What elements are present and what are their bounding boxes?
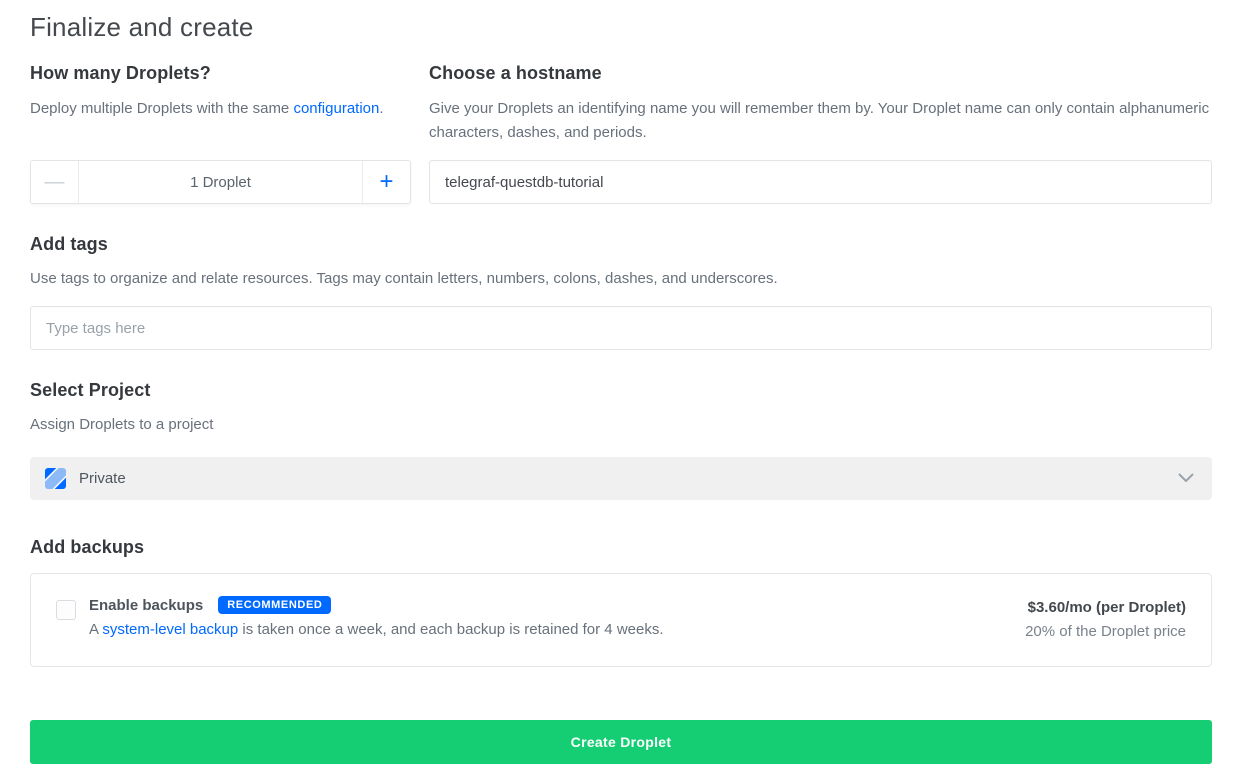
backups-card: Enable backups RECOMMENDED A system-leve… bbox=[30, 573, 1212, 667]
project-heading: Select Project bbox=[30, 380, 1212, 401]
backups-description: A system-level backup is taken once a we… bbox=[89, 621, 664, 638]
droplet-count-desc-text: Deploy multiple Droplets with the same bbox=[30, 100, 293, 117]
project-section: Select Project Assign Droplets to a proj… bbox=[30, 380, 1212, 500]
tags-heading: Add tags bbox=[30, 234, 1212, 255]
decrease-droplets-button[interactable]: — bbox=[31, 161, 79, 203]
backups-section: Add backups Enable backups RECOMMENDED A… bbox=[30, 537, 1212, 667]
configuration-link[interactable]: configuration bbox=[293, 100, 379, 117]
finalize-and-create-page: Finalize and create How many Droplets? D… bbox=[0, 0, 1237, 764]
tags-section: Add tags Use tags to organize and relate… bbox=[30, 234, 1212, 350]
enable-backups-label: Enable backups bbox=[89, 597, 203, 614]
tags-input[interactable] bbox=[30, 306, 1212, 350]
project-select[interactable]: Private bbox=[30, 457, 1212, 500]
project-description: Assign Droplets to a project bbox=[30, 413, 1212, 437]
backups-heading: Add backups bbox=[30, 537, 1212, 558]
hostname-input[interactable] bbox=[429, 160, 1212, 204]
recommended-badge: RECOMMENDED bbox=[218, 596, 331, 614]
create-droplet-button[interactable]: Create Droplet bbox=[30, 720, 1212, 764]
backups-text-block: Enable backups RECOMMENDED A system-leve… bbox=[89, 596, 664, 638]
droplet-count-desc-suffix: . bbox=[379, 100, 383, 117]
hostname-heading: Choose a hostname bbox=[429, 63, 1212, 84]
backups-desc-suffix: is taken once a week, and each backup is… bbox=[238, 621, 663, 638]
hostname-description: Give your Droplets an identifying name y… bbox=[429, 97, 1212, 145]
enable-backups-checkbox[interactable] bbox=[56, 600, 76, 620]
backup-price-note: 20% of the Droplet price bbox=[1025, 620, 1186, 644]
page-title: Finalize and create bbox=[30, 12, 1212, 43]
project-folder-icon bbox=[45, 468, 66, 489]
backup-price: $3.60/mo (per Droplet) bbox=[1025, 596, 1186, 620]
droplet-count-description: Deploy multiple Droplets with the same c… bbox=[30, 97, 411, 145]
increase-droplets-button[interactable]: + bbox=[362, 161, 410, 203]
project-selected-value: Private bbox=[79, 470, 126, 487]
droplet-count-section: How many Droplets? Deploy multiple Dropl… bbox=[30, 63, 411, 204]
chevron-down-icon bbox=[1178, 470, 1194, 488]
backups-desc-prefix: A bbox=[89, 621, 102, 638]
backups-price-block: $3.60/mo (per Droplet) 20% of the Drople… bbox=[1005, 596, 1186, 644]
hostname-section: Choose a hostname Give your Droplets an … bbox=[429, 63, 1212, 204]
top-row: How many Droplets? Deploy multiple Dropl… bbox=[30, 63, 1212, 204]
droplet-count-value: 1 Droplet bbox=[79, 161, 362, 203]
tags-description: Use tags to organize and relate resource… bbox=[30, 267, 1212, 291]
droplet-count-heading: How many Droplets? bbox=[30, 63, 411, 84]
droplet-count-stepper: — 1 Droplet + bbox=[30, 160, 411, 204]
system-level-backup-link[interactable]: system-level backup bbox=[102, 621, 238, 638]
